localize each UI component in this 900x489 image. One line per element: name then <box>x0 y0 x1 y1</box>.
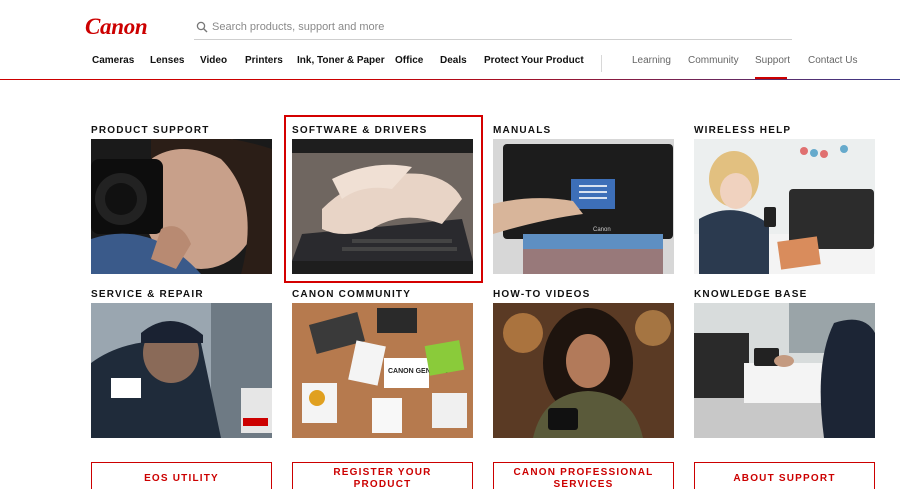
nav-printers[interactable]: Printers <box>245 55 283 67</box>
office-printer-image[interactable] <box>694 303 875 438</box>
button-label-line2: PRODUCT <box>353 479 412 489</box>
photographer-image[interactable] <box>91 139 272 274</box>
register-your-product-button[interactable]: REGISTER YOUR PRODUCT <box>292 462 473 489</box>
nav-office[interactable]: Office <box>395 55 423 67</box>
eos-utility-button[interactable]: EOS UTILITY <box>91 462 272 489</box>
nav-support[interactable]: Support <box>755 55 790 67</box>
technician-image[interactable] <box>91 303 272 438</box>
printer-image[interactable]: Canon <box>493 139 674 274</box>
nav-cameras[interactable]: Cameras <box>92 55 134 67</box>
nav-protect-your-product[interactable]: Protect Your Product <box>484 55 584 67</box>
tile-wireless-help[interactable]: WIRELESS HELP <box>694 125 875 274</box>
main-nav: Cameras Lenses Video Printers Ink, Toner… <box>0 55 900 79</box>
tile-title: SERVICE & REPAIR <box>91 289 204 300</box>
tile-product-support[interactable]: PRODUCT SUPPORT <box>91 125 272 274</box>
tile-service-repair[interactable]: SERVICE & REPAIR <box>91 289 272 438</box>
tile-title: CANON COMMUNITY <box>292 289 412 300</box>
tile-title: PRODUCT SUPPORT <box>91 125 210 136</box>
typing-keyboard-image[interactable] <box>292 139 473 274</box>
nav-contact-us[interactable]: Contact Us <box>808 55 857 67</box>
community-table-image[interactable]: CANON GENUINE <box>292 303 473 438</box>
printer-brand-text: Canon <box>593 227 611 233</box>
nav-lenses[interactable]: Lenses <box>150 55 184 67</box>
nav-ink-toner-paper[interactable]: Ink, Toner & Paper <box>297 55 385 67</box>
tile-title: KNOWLEDGE BASE <box>694 289 808 300</box>
header-divider <box>0 79 900 80</box>
tile-manuals[interactable]: MANUALS Canon <box>493 125 674 274</box>
woman-camera-image[interactable] <box>493 303 674 438</box>
about-support-button[interactable]: ABOUT SUPPORT <box>694 462 875 489</box>
search-icon <box>194 19 210 35</box>
tile-knowledge-base[interactable]: KNOWLEDGE BASE <box>694 289 875 438</box>
tile-how-to-videos[interactable]: HOW-TO VIDEOS <box>493 289 674 438</box>
tile-software-drivers[interactable]: SOFTWARE & DRIVERS <box>292 125 473 274</box>
tile-title: SOFTWARE & DRIVERS <box>292 125 428 136</box>
canon-logo[interactable]: Canon <box>85 14 148 40</box>
button-label-line1: CANON PROFESSIONAL <box>513 467 654 478</box>
button-label: EOS UTILITY <box>144 473 219 484</box>
button-label: ABOUT SUPPORT <box>733 473 836 484</box>
button-label-line2: SERVICES <box>553 479 614 489</box>
nav-community[interactable]: Community <box>688 55 739 67</box>
tile-title: MANUALS <box>493 125 552 136</box>
tile-canon-community[interactable]: CANON COMMUNITY CANON GENUINE <box>292 289 473 438</box>
nav-deals[interactable]: Deals <box>440 55 467 67</box>
wireless-printer-image[interactable] <box>694 139 875 274</box>
nav-learning[interactable]: Learning <box>632 55 671 67</box>
tile-title: WIRELESS HELP <box>694 125 792 136</box>
button-label-line1: REGISTER YOUR <box>333 467 432 478</box>
search-bar[interactable] <box>194 14 792 40</box>
canon-professional-services-button[interactable]: CANON PROFESSIONAL SERVICES <box>493 462 674 489</box>
nav-divider <box>601 55 602 72</box>
search-input[interactable] <box>212 20 772 33</box>
tile-title: HOW-TO VIDEOS <box>493 289 591 300</box>
nav-video[interactable]: Video <box>200 55 227 67</box>
